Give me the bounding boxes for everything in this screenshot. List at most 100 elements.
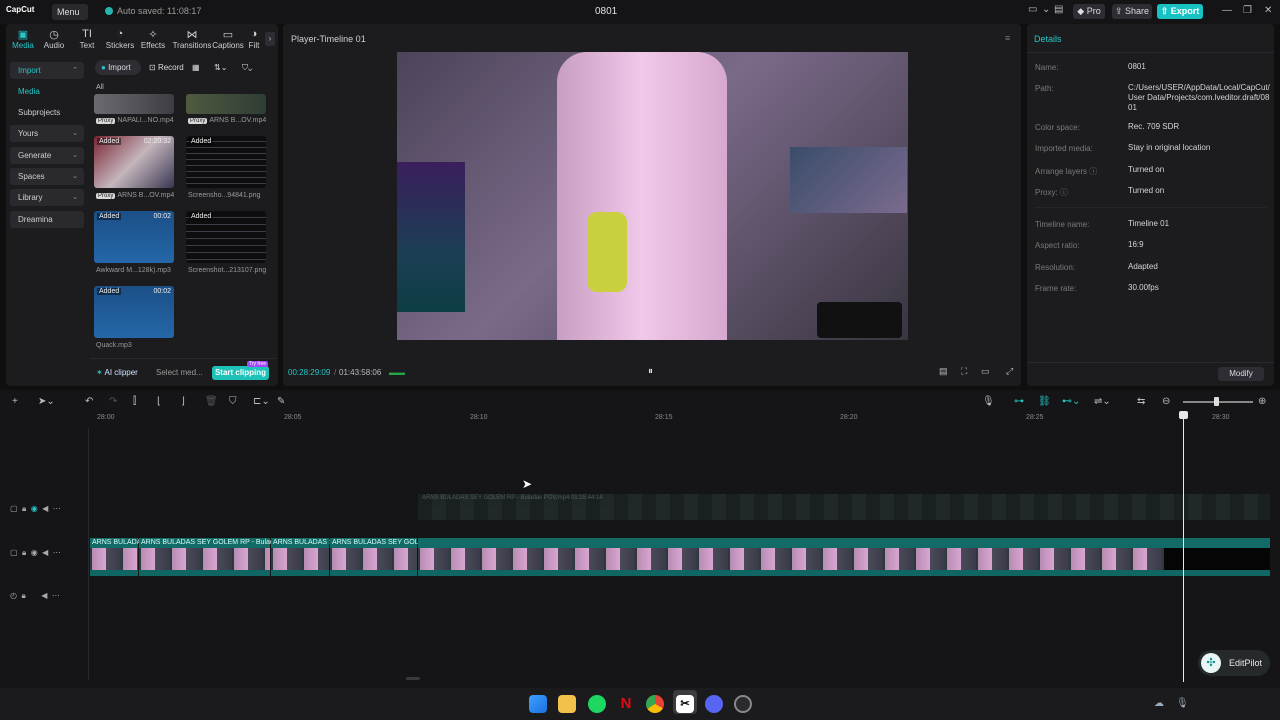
- file-explorer-icon[interactable]: [558, 695, 576, 713]
- split-icon[interactable]: ⫿: [133, 396, 136, 407]
- delete-icon[interactable]: 🗑: [205, 396, 218, 407]
- sidebar-item-spaces[interactable]: Spaces ⌄: [10, 168, 84, 185]
- network-icon[interactable]: ☁: [1154, 698, 1164, 709]
- lock-icon[interactable]: 🔒︎: [22, 548, 26, 557]
- netflix-icon[interactable]: N: [617, 695, 635, 713]
- shortcuts-icon[interactable]: ▤: [1054, 4, 1063, 20]
- minimize-icon[interactable]: —: [1222, 5, 1232, 16]
- redo-icon[interactable]: ↷: [109, 396, 117, 407]
- select-tool-icon[interactable]: ➤⌄: [38, 396, 55, 407]
- windows-start-icon[interactable]: [529, 695, 547, 713]
- fit-timeline-icon[interactable]: ⇆: [1137, 396, 1145, 407]
- video-clip[interactable]: ARNS BULADAS SEY GOLEM RP - Buladas POV.…: [418, 538, 1270, 576]
- microphone-tray-icon[interactable]: 🎙: [1176, 698, 1189, 709]
- restore-icon[interactable]: ❐: [1243, 5, 1252, 16]
- info-icon[interactable]: ⓘ: [1089, 167, 1097, 176]
- media-thumb[interactable]: Added: [186, 211, 266, 263]
- sidebar-item-subprojects[interactable]: Subprojects: [10, 104, 84, 121]
- undo-icon[interactable]: ↶: [85, 396, 93, 407]
- fullscreen-icon[interactable]: ⤢: [1006, 366, 1013, 377]
- lock-icon[interactable]: 🔒︎: [21, 591, 25, 600]
- zoom-out-icon[interactable]: ⊖: [1162, 396, 1170, 407]
- zoom-in-icon[interactable]: ⊕: [1258, 396, 1266, 407]
- more-icon[interactable]: ⋯: [53, 548, 61, 557]
- timeline-scrollbar[interactable]: [406, 677, 420, 680]
- mute-icon[interactable]: ◀︎: [42, 504, 48, 513]
- steam-icon[interactable]: [734, 695, 752, 713]
- video-clip[interactable]: ARNS BULADAS: [90, 538, 146, 576]
- playhead[interactable]: [1183, 412, 1184, 682]
- chrome-icon[interactable]: [646, 695, 664, 713]
- ratio-icon[interactable]: ▭: [981, 366, 990, 377]
- link-icon[interactable]: ⛓: [1038, 396, 1051, 407]
- editpilot-button[interactable]: ✣ EditPilot: [1198, 650, 1270, 676]
- pro-button[interactable]: ◆ Pro: [1073, 4, 1105, 19]
- media-thumb[interactable]: [186, 94, 266, 114]
- add-track-icon[interactable]: +: [12, 396, 18, 407]
- quality-icon[interactable]: ▤: [939, 366, 948, 377]
- crop-icon[interactable]: ⊏⌄: [253, 396, 270, 407]
- grid-view-icon[interactable]: ▦: [192, 60, 200, 75]
- menu-button[interactable]: Menu ⌄: [52, 4, 88, 33]
- tab-filters[interactable]: ◑ Filt: [243, 28, 265, 50]
- fit-icon[interactable]: ⛶: [961, 366, 967, 377]
- video-preview[interactable]: [397, 52, 908, 340]
- sidebar-item-import[interactable]: Import ⌃: [10, 62, 84, 79]
- tab-captions[interactable]: ▭ Captions: [211, 28, 245, 50]
- eye-icon[interactable]: ◉: [31, 548, 38, 557]
- lock-icon[interactable]: 🔒︎: [22, 504, 26, 513]
- overlay-clip[interactable]: ARNS BULADAS SEY GOLEM RP - Buladas POV.…: [418, 494, 1270, 520]
- sidebar-item-dreamina[interactable]: Dreamina: [10, 211, 84, 228]
- modify-button[interactable]: Modify: [1218, 367, 1264, 381]
- share-button[interactable]: ⇪ Share: [1112, 4, 1152, 19]
- sidebar-item-media[interactable]: Media: [10, 83, 84, 100]
- filter-icon[interactable]: ⛉⌄: [242, 60, 252, 75]
- microphone-icon[interactable]: 🎙: [982, 396, 995, 407]
- media-thumb[interactable]: Added: [186, 136, 266, 188]
- info-icon[interactable]: ⓘ: [1060, 188, 1068, 197]
- tab-media[interactable]: ▣ Media: [6, 28, 40, 50]
- more-icon[interactable]: ⋯: [52, 591, 60, 600]
- layout-dropdown-icon[interactable]: ⌄: [1042, 4, 1050, 20]
- mute-icon[interactable]: ◀︎: [41, 591, 47, 600]
- tab-text[interactable]: TI Text: [70, 28, 104, 50]
- tab-transitions[interactable]: ⋈ Transitions: [172, 28, 212, 50]
- discord-icon[interactable]: [705, 695, 723, 713]
- capcut-taskbar-icon[interactable]: ✂: [676, 695, 694, 713]
- ai-clipper-button[interactable]: ✶ AI clipper: [96, 368, 138, 377]
- main-track-magnet-icon[interactable]: ⊶: [1014, 396, 1024, 407]
- snap-icon[interactable]: ⊷⌄: [1062, 396, 1080, 407]
- preview-axis-icon[interactable]: ⇌⌄: [1094, 396, 1111, 407]
- record-button[interactable]: ⊡ Record: [149, 60, 184, 75]
- spotify-icon[interactable]: [588, 695, 606, 713]
- media-thumb[interactable]: Added 00:02: [94, 286, 174, 338]
- player-menu-icon[interactable]: ≡: [1005, 33, 1010, 43]
- tabs-next-icon[interactable]: ›: [265, 32, 275, 46]
- media-thumb[interactable]: Added 02:20:32: [94, 136, 174, 188]
- magic-icon[interactable]: ✎: [277, 396, 285, 407]
- eye-icon[interactable]: ◉: [31, 504, 38, 513]
- marker-icon[interactable]: ⛉: [229, 396, 237, 407]
- close-icon[interactable]: ✕: [1264, 5, 1272, 16]
- sidebar-item-library[interactable]: Library ⌄: [10, 189, 84, 206]
- video-clip[interactable]: ARNS BULADAS SEY GOLEM RP - Bulada: [139, 538, 278, 576]
- split-right-icon[interactable]: ⌋: [181, 396, 185, 407]
- video-clip[interactable]: ARNS BULADAS S: [271, 538, 334, 576]
- start-clipping-button[interactable]: Start clipping: [212, 366, 269, 380]
- split-left-icon[interactable]: ⌊: [157, 396, 161, 407]
- mute-icon[interactable]: ◀︎: [42, 548, 48, 557]
- pause-icon[interactable]: ⏸: [648, 366, 653, 377]
- media-thumb[interactable]: Added 00:02: [94, 211, 174, 263]
- tab-effects[interactable]: ✧ Effects: [136, 28, 170, 50]
- media-thumb[interactable]: [94, 94, 174, 114]
- tab-stickers[interactable]: ◔ Stickers: [103, 28, 137, 50]
- sidebar-item-yours[interactable]: Yours ⌄: [10, 125, 84, 142]
- import-button[interactable]: ● Import: [95, 60, 141, 75]
- sidebar-item-generate[interactable]: Generate ⌄: [10, 147, 84, 164]
- more-icon[interactable]: ⋯: [53, 504, 61, 513]
- sort-icon[interactable]: ⇅⌄: [214, 60, 227, 75]
- zoom-slider-handle[interactable]: [1214, 397, 1219, 406]
- tab-audio[interactable]: ◷ Audio: [37, 28, 71, 50]
- video-clip[interactable]: ARNS BULADAS SEY GOLEM: [330, 538, 429, 576]
- export-button[interactable]: ⇧ Export: [1157, 4, 1203, 19]
